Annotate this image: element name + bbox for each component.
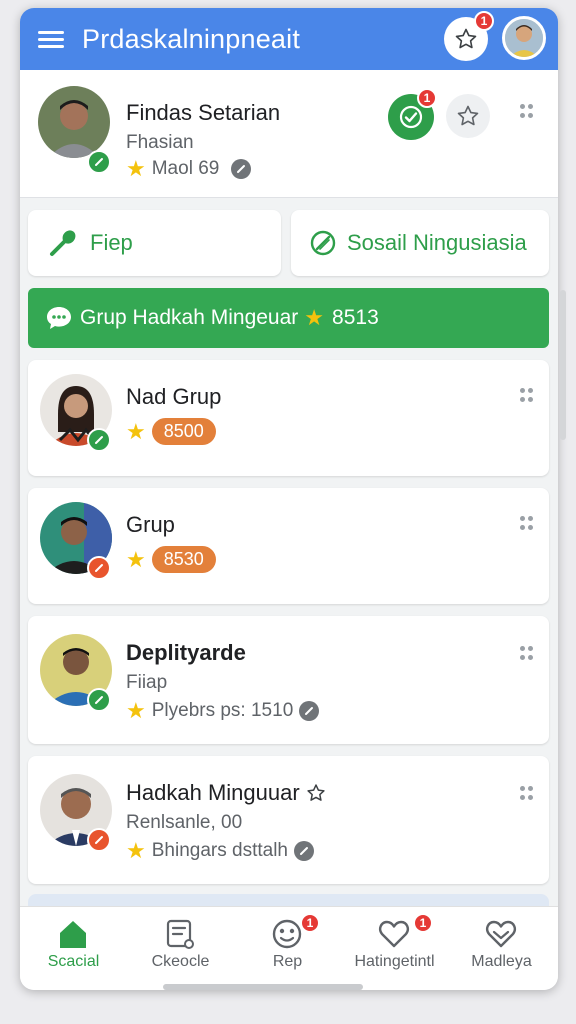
social-button[interactable]: Sosail Ningusiasia bbox=[291, 210, 549, 276]
edit-icon bbox=[299, 701, 320, 721]
nav-item-rep[interactable]: 1 Rep bbox=[234, 907, 341, 990]
group-banner[interactable]: Grup Hadkah Mingeuar ★ 8513 bbox=[28, 288, 549, 348]
check-circle-icon bbox=[399, 105, 423, 129]
drag-handle-icon[interactable] bbox=[520, 516, 534, 536]
profile-name: Findas Setarian bbox=[126, 100, 281, 125]
social-label: Sosail Ningusiasia bbox=[347, 230, 527, 255]
verify-badge: 1 bbox=[417, 88, 437, 108]
fiep-label: Fiep bbox=[90, 230, 133, 255]
person-meta-text: Plyebrs ps: 1510 bbox=[151, 700, 294, 721]
nav-item-madleya[interactable]: Madleya bbox=[448, 907, 555, 990]
phone-screen: Prdaskalninpneait 1 Findas Setarian Fhas… bbox=[20, 8, 558, 990]
nav-item-social[interactable]: Scacial bbox=[20, 907, 127, 990]
list-item[interactable]: Hadkah Minguuar Renlsanle, 00 ★ Bhingars… bbox=[28, 756, 549, 884]
nav-label: Ckeocle bbox=[151, 953, 210, 970]
person-score: ★ 8500 bbox=[126, 418, 216, 445]
bottom-navigation: Scacial Ckeocle 1 Rep 1 Hatingetintl Mad… bbox=[20, 906, 558, 990]
no-entry-icon bbox=[310, 230, 336, 256]
nav-label: Rep bbox=[272, 953, 303, 970]
person-meta-text: Bhingars dsttalh bbox=[151, 840, 288, 861]
group-banner-label: Grup Hadkah Mingeuar bbox=[80, 306, 299, 329]
nav-label: Madleya bbox=[471, 953, 532, 970]
score-pill: 8530 bbox=[151, 546, 216, 573]
star-icon: ★ bbox=[126, 838, 146, 863]
scrollbar[interactable] bbox=[560, 290, 566, 440]
drag-handle-icon[interactable] bbox=[520, 786, 534, 806]
online-status-icon bbox=[87, 688, 111, 712]
list-item[interactable]: Grup ★ 8530 bbox=[28, 488, 549, 604]
nav-label: Hatingetintl bbox=[354, 953, 435, 970]
microphone-icon bbox=[50, 230, 76, 256]
drag-handle-icon[interactable] bbox=[520, 646, 534, 666]
edit-icon bbox=[293, 841, 314, 861]
person-name: Grup bbox=[126, 512, 175, 537]
document-icon bbox=[166, 919, 194, 949]
user-avatar[interactable] bbox=[502, 16, 546, 60]
list-item[interactable]: Nad Grup ★ 8500 bbox=[28, 360, 549, 476]
person-subtitle: Fiiap bbox=[126, 672, 168, 693]
star-icon: ★ bbox=[126, 546, 146, 572]
person-name: Deplityarde bbox=[126, 640, 246, 665]
menu-icon[interactable] bbox=[38, 29, 64, 49]
profile-card: Findas Setarian Fhasian ★ Maol 69 1 bbox=[20, 70, 558, 198]
profile-role: Fhasian bbox=[126, 132, 194, 153]
verified-icon bbox=[231, 159, 252, 179]
app-title: Prdaskalninpneait bbox=[82, 23, 301, 54]
nav-item-ckeocle[interactable]: Ckeocle bbox=[127, 907, 234, 990]
verify-button[interactable]: 1 bbox=[388, 88, 437, 140]
favorites-button[interactable]: 1 bbox=[444, 11, 494, 61]
chat-bubble-icon bbox=[47, 307, 71, 329]
nav-label: Scacial bbox=[47, 953, 100, 970]
star-icon: ★ bbox=[304, 305, 325, 330]
home-icon bbox=[60, 921, 86, 948]
list-item[interactable]: Deplityarde Fiiap ★ Plyebrs ps: 1510 bbox=[28, 616, 549, 744]
drag-handle-icon[interactable] bbox=[520, 388, 534, 408]
heart-icon bbox=[379, 920, 409, 948]
star-outline-icon bbox=[457, 105, 479, 126]
drag-handle-icon[interactable] bbox=[520, 104, 534, 124]
busy-status-icon bbox=[87, 828, 111, 852]
person-score: ★ 8530 bbox=[126, 546, 216, 573]
star-icon: ★ bbox=[126, 698, 146, 723]
profile-avatar[interactable] bbox=[38, 86, 110, 158]
score-pill: 8500 bbox=[151, 418, 216, 445]
group-banner-count: 8513 bbox=[332, 306, 379, 329]
nav-item-hatingetintl[interactable]: 1 Hatingetintl bbox=[341, 907, 448, 990]
star-outline-icon bbox=[455, 28, 477, 49]
heart-outline-icon bbox=[486, 920, 516, 948]
star-icon: ★ bbox=[126, 418, 146, 444]
notification-badge: 1 bbox=[413, 913, 433, 933]
notification-badge: 1 bbox=[474, 11, 494, 31]
notification-badge: 1 bbox=[300, 913, 320, 933]
online-status-icon bbox=[87, 428, 111, 452]
person-name: Nad Grup bbox=[126, 384, 222, 409]
person-name-row: Hadkah Minguuar bbox=[126, 780, 326, 806]
person-meta: ★ Bhingars dsttalh bbox=[126, 840, 314, 862]
app-bar: Prdaskalninpneait 1 bbox=[20, 8, 558, 70]
profile-meta: ★ Maol 69 bbox=[126, 156, 252, 181]
star-icon: ★ bbox=[126, 156, 146, 181]
smiley-icon bbox=[272, 919, 302, 949]
profile-meta-text: Maol 69 bbox=[151, 158, 220, 179]
favorite-profile-button[interactable] bbox=[446, 94, 490, 138]
person-subtitle: Renlsanle, 00 bbox=[126, 812, 243, 833]
person-name: Hadkah Minguuar bbox=[126, 780, 300, 805]
fiep-button[interactable]: Fiep bbox=[28, 210, 281, 276]
person-meta: ★ Plyebrs ps: 1510 bbox=[126, 698, 320, 723]
online-status-icon bbox=[87, 150, 111, 174]
home-indicator[interactable] bbox=[163, 984, 363, 990]
busy-status-icon bbox=[87, 556, 111, 580]
star-outline-icon[interactable] bbox=[306, 783, 326, 803]
